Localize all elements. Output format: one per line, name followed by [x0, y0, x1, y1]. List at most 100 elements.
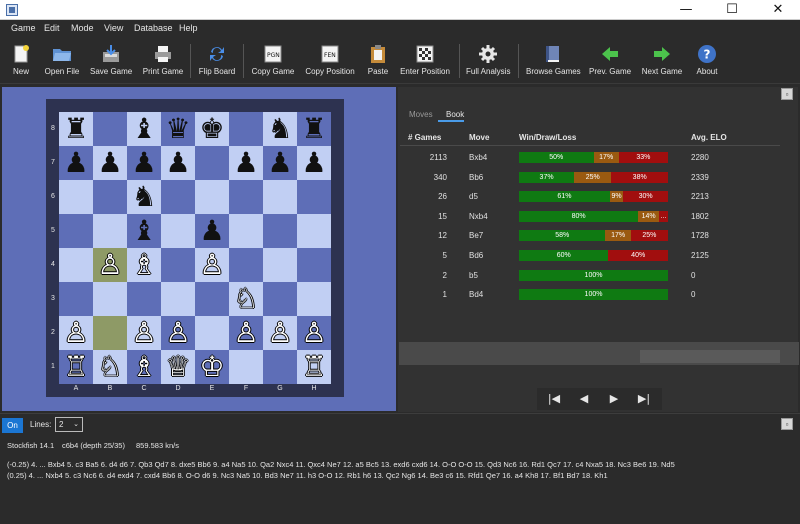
square-d5[interactable]	[161, 214, 195, 248]
browse-games-button[interactable]: Browse Games	[526, 40, 581, 82]
square-g8[interactable]: ♞	[263, 112, 297, 146]
piece-white-c4[interactable]: ♗	[131, 248, 156, 281]
piece-white-f3[interactable]: ♘	[233, 282, 258, 315]
square-c3[interactable]	[127, 282, 161, 316]
first-move-button[interactable]: |◀	[540, 390, 568, 408]
square-a8[interactable]: ♜	[59, 112, 93, 146]
menu-game[interactable]: Game	[11, 23, 36, 33]
print-game-button[interactable]: Print Game	[142, 40, 184, 82]
square-d4[interactable]	[161, 248, 195, 282]
square-c6[interactable]: ♞	[127, 180, 161, 214]
panel-undock-button[interactable]: ▫	[781, 88, 793, 100]
square-b5[interactable]	[93, 214, 127, 248]
square-e5[interactable]: ♟	[195, 214, 229, 248]
square-a6[interactable]	[59, 180, 93, 214]
piece-white-h2[interactable]: ♙	[301, 316, 326, 349]
menu-edit[interactable]: Edit	[44, 23, 60, 33]
engine-undock-button[interactable]: ▫	[781, 418, 793, 430]
row-games[interactable]: 2	[400, 271, 447, 280]
row-games[interactable]: 15	[400, 212, 447, 221]
enter-position-button[interactable]: Enter Position	[400, 40, 450, 82]
square-a4[interactable]	[59, 248, 93, 282]
square-b7[interactable]: ♟	[93, 146, 127, 180]
square-g2[interactable]: ♙	[263, 316, 297, 350]
piece-black-c6[interactable]: ♞	[131, 180, 156, 213]
square-g3[interactable]	[263, 282, 297, 316]
square-a7[interactable]: ♟	[59, 146, 93, 180]
prev-move-button[interactable]: ◀	[570, 390, 598, 408]
prev-game-button[interactable]: Prev. Game	[589, 40, 631, 82]
col-elo-header[interactable]: Avg. ELO	[691, 133, 727, 142]
col-wdl-header[interactable]: Win/Draw/Loss	[519, 133, 576, 142]
copy-game-button[interactable]: PGN Copy Game	[251, 40, 295, 82]
square-d3[interactable]	[161, 282, 195, 316]
piece-black-c7[interactable]: ♟	[131, 146, 156, 179]
square-e1[interactable]: ♔	[195, 350, 229, 384]
square-e4[interactable]: ♙	[195, 248, 229, 282]
square-f7[interactable]: ♟	[229, 146, 263, 180]
piece-black-h8[interactable]: ♜	[301, 112, 326, 145]
square-g6[interactable]	[263, 180, 297, 214]
row-move[interactable]: Nxb4	[469, 212, 488, 221]
piece-black-a7[interactable]: ♟	[63, 146, 88, 179]
square-b4[interactable]: ♙	[93, 248, 127, 282]
piece-white-d1[interactable]: ♕	[165, 350, 190, 383]
square-h8[interactable]: ♜	[297, 112, 331, 146]
square-c1[interactable]: ♗	[127, 350, 161, 384]
piece-white-d2[interactable]: ♙	[165, 316, 190, 349]
piece-black-a8[interactable]: ♜	[63, 112, 88, 145]
piece-white-c1[interactable]: ♗	[131, 350, 156, 383]
open-file-button[interactable]: Open File	[42, 40, 82, 82]
square-d2[interactable]: ♙	[161, 316, 195, 350]
minimize-button[interactable]: —	[664, 0, 708, 20]
square-g5[interactable]	[263, 214, 297, 248]
piece-white-b1[interactable]: ♘	[97, 350, 122, 383]
row-move[interactable]: d5	[469, 192, 478, 201]
row-move[interactable]: Bd4	[469, 290, 483, 299]
square-h2[interactable]: ♙	[297, 316, 331, 350]
square-f6[interactable]	[229, 180, 263, 214]
col-games-header[interactable]: # Games	[408, 133, 441, 142]
square-e2[interactable]	[195, 316, 229, 350]
square-b6[interactable]	[93, 180, 127, 214]
piece-white-e4[interactable]: ♙	[199, 248, 224, 281]
square-d6[interactable]	[161, 180, 195, 214]
col-move-header[interactable]: Move	[469, 133, 489, 142]
piece-black-f7[interactable]: ♟	[233, 146, 258, 179]
about-button[interactable]: ? About	[692, 40, 722, 82]
square-g1[interactable]	[263, 350, 297, 384]
piece-black-d8[interactable]: ♛	[165, 112, 190, 145]
square-b3[interactable]	[93, 282, 127, 316]
row-games[interactable]: 340	[400, 173, 447, 182]
copy-position-button[interactable]: FEN Copy Position	[304, 40, 356, 82]
square-b2[interactable]	[93, 316, 127, 350]
piece-white-h1[interactable]: ♖	[301, 350, 326, 383]
square-h6[interactable]	[297, 180, 331, 214]
square-c4[interactable]: ♗	[127, 248, 161, 282]
square-d8[interactable]: ♛	[161, 112, 195, 146]
piece-white-a2[interactable]: ♙	[63, 316, 88, 349]
square-f5[interactable]	[229, 214, 263, 248]
square-b8[interactable]	[93, 112, 127, 146]
row-games[interactable]: 26	[400, 192, 447, 201]
square-h1[interactable]: ♖	[297, 350, 331, 384]
piece-white-c2[interactable]: ♙	[131, 316, 156, 349]
row-move[interactable]: b5	[469, 271, 478, 280]
square-e8[interactable]: ♚	[195, 112, 229, 146]
square-g7[interactable]: ♟	[263, 146, 297, 180]
square-c8[interactable]: ♝	[127, 112, 161, 146]
square-f2[interactable]: ♙	[229, 316, 263, 350]
square-e6[interactable]	[195, 180, 229, 214]
menu-help[interactable]: Help	[179, 23, 198, 33]
square-b1[interactable]: ♘	[93, 350, 127, 384]
piece-black-d7[interactable]: ♟	[165, 146, 190, 179]
tab-moves[interactable]: Moves	[409, 110, 433, 119]
square-e7[interactable]	[195, 146, 229, 180]
maximize-button[interactable]: ☐	[710, 0, 754, 20]
piece-white-e1[interactable]: ♔	[199, 350, 224, 383]
piece-black-h7[interactable]: ♟	[301, 146, 326, 179]
tab-book[interactable]: Book	[446, 110, 464, 119]
paste-button[interactable]: Paste	[364, 40, 392, 82]
menu-view[interactable]: View	[104, 23, 123, 33]
next-move-button[interactable]: ▶	[600, 390, 628, 408]
